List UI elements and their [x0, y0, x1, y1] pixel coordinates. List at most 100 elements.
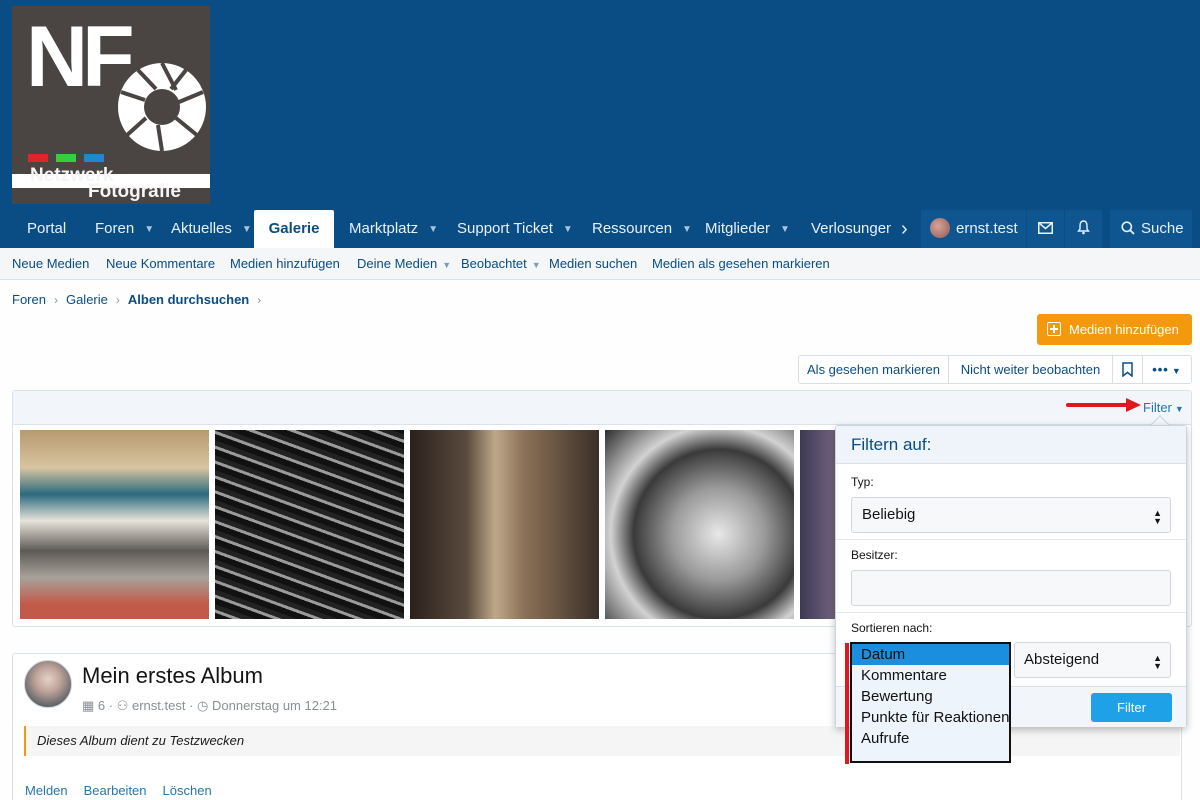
subnav-neue-medien[interactable]: Neue Medien — [12, 256, 89, 271]
chevron-right-icon: › — [257, 293, 262, 307]
alerts-button[interactable] — [1065, 210, 1102, 248]
sort-option-kommentare[interactable]: Kommentare — [852, 665, 1009, 686]
media-thumbnail[interactable] — [20, 430, 209, 619]
logo-color-bars — [28, 149, 112, 165]
nav-support-label: Support Ticket — [457, 220, 553, 237]
breadcrumb-foren[interactable]: Foren — [12, 292, 46, 307]
mark-seen-button[interactable]: Als gesehen markieren — [799, 356, 949, 383]
site-logo[interactable]: NF Netzwerk Fotografie — [12, 6, 210, 204]
chevron-down-icon[interactable]: ▼ — [780, 211, 790, 249]
owner-input[interactable] — [851, 570, 1171, 606]
delete-link[interactable]: Löschen — [163, 783, 212, 798]
user-name: ernst.test — [956, 220, 1018, 237]
album-owner[interactable]: ernst.test — [132, 698, 185, 713]
nav-portal[interactable]: Portal — [27, 210, 66, 248]
sort-option-bewertung[interactable]: Bewertung — [852, 686, 1009, 707]
nav-verlosungen-label: Verlosungen — [811, 220, 891, 237]
type-label: Typ: — [851, 475, 874, 489]
nav-marktplatz[interactable]: Marktplatz ▼ — [349, 210, 438, 248]
nav-aktuelles[interactable]: Aktuelles ▼ — [171, 210, 252, 248]
chevron-right-icon: › — [53, 293, 58, 307]
avatar[interactable] — [24, 660, 72, 708]
media-thumbnail[interactable] — [605, 430, 794, 619]
logo-nf: NF — [26, 9, 135, 105]
chevron-down-icon[interactable]: ▼ — [563, 211, 573, 249]
filter-popup-title: Filtern auf: — [836, 426, 1186, 464]
report-link[interactable]: Melden — [25, 783, 68, 798]
search-label: Suche — [1141, 220, 1184, 237]
sort-option-datum[interactable]: Datum — [852, 644, 1009, 665]
subnav-medien-suchen[interactable]: Medien suchen — [549, 256, 637, 271]
nav-verlosungen[interactable]: Verlosungen — [811, 210, 891, 248]
nav-galerie-label: Galerie — [268, 220, 320, 237]
edit-link[interactable]: Bearbeiten — [84, 783, 147, 798]
album-meta: ▦ 6 · ⚇ ernst.test · ◷ Donnerstag um 12:… — [82, 698, 338, 713]
album-date: Donnerstag um 12:21 — [212, 698, 338, 713]
nav-foren[interactable]: Foren ▼ — [95, 210, 154, 248]
subnav-beobachtet[interactable]: Beobachtet ▼ — [461, 256, 541, 271]
sort-option-aufrufe[interactable]: Aufrufe — [852, 728, 1009, 749]
plus-square-icon — [1047, 322, 1061, 336]
breadcrumb-alben[interactable]: Alben durchsuchen — [128, 292, 249, 307]
bookmark-icon — [1122, 362, 1133, 378]
album-links: Melden Bearbeiten Löschen — [25, 783, 228, 798]
grid-icon: ▦ — [82, 698, 95, 713]
type-select[interactable]: Beliebig ▲ ▼ — [851, 497, 1171, 533]
user-icon: ⚇ — [116, 698, 129, 713]
ellipsis-icon: ••• — [1152, 362, 1169, 377]
nav-portal-label: Portal — [27, 220, 67, 237]
search-button[interactable]: Suche — [1110, 210, 1192, 248]
nav-mitglieder-label: Mitglieder — [705, 220, 771, 237]
select-arrows-icon: ▲ ▼ — [1153, 653, 1162, 671]
filter-submit-button[interactable]: Filter — [1091, 693, 1172, 722]
type-select-value: Beliebig — [862, 506, 916, 523]
chevron-down-icon: ▼ — [1171, 366, 1182, 376]
sort-dropdown-list[interactable]: Datum Kommentare Bewertung Punkte für Re… — [850, 642, 1011, 763]
sort-option-punkte[interactable]: Punkte für Reaktionen — [852, 707, 1009, 728]
gallery-filter-bar: Filter ▼ — [13, 391, 1191, 425]
media-thumbnail[interactable] — [410, 430, 599, 619]
logo-bar-blue — [84, 154, 104, 162]
chevron-down-icon[interactable]: ▼ — [144, 211, 154, 249]
chevron-down-icon[interactable]: ▼ — [428, 211, 438, 249]
inbox-button[interactable] — [1027, 210, 1064, 248]
sort-label: Sortieren nach: — [851, 621, 933, 635]
nav-galerie[interactable]: Galerie — [254, 210, 334, 248]
nav-mitglieder[interactable]: Mitglieder ▼ — [705, 210, 790, 248]
sub-nav: Neue Medien Neue Kommentare Medien hinzu… — [0, 248, 1200, 280]
add-media-label: Medien hinzufügen — [1069, 322, 1179, 337]
filter-toggle-label: Filter — [1143, 400, 1172, 415]
more-options-button[interactable]: ••• ▼ — [1143, 356, 1191, 383]
select-arrows-icon: ▲ ▼ — [1153, 508, 1162, 526]
nav-foren-label: Foren — [95, 220, 135, 237]
add-media-button[interactable]: Medien hinzufügen — [1037, 314, 1192, 345]
order-select[interactable]: Absteigend ▲ ▼ — [1014, 642, 1171, 678]
nav-marktplatz-label: Marktplatz — [349, 220, 419, 237]
subnav-neue-kommentare[interactable]: Neue Kommentare — [106, 256, 215, 271]
subnav-als-gesehen[interactable]: Medien als gesehen markieren — [652, 256, 830, 271]
media-thumbnail[interactable] — [215, 430, 404, 619]
site-header: NF Netzwerk Fotografie — [0, 0, 1200, 210]
clock-icon: ◷ — [197, 698, 209, 713]
nav-support-ticket[interactable]: Support Ticket ▼ — [457, 210, 573, 248]
filter-toggle[interactable]: Filter ▼ — [1143, 400, 1184, 415]
nav-scroll-right-icon[interactable]: › — [901, 210, 908, 248]
chevron-right-icon: › — [115, 293, 120, 307]
album-title[interactable]: Mein erstes Album — [82, 663, 263, 689]
user-menu[interactable]: ernst.test — [921, 210, 1026, 248]
subnav-deine-medien[interactable]: Deine Medien ▼ — [357, 256, 451, 271]
chevron-down-icon[interactable]: ▼ — [442, 260, 451, 270]
logo-bar-red — [28, 154, 48, 162]
logo-line2: Fotografie — [88, 181, 181, 202]
breadcrumb-galerie[interactable]: Galerie — [66, 292, 108, 307]
subnav-medien-hinzufuegen[interactable]: Medien hinzufügen — [230, 256, 340, 271]
search-icon — [1121, 221, 1135, 235]
nav-ressourcen[interactable]: Ressourcen ▼ — [592, 210, 692, 248]
annotation-mark — [845, 643, 849, 764]
bookmark-button[interactable] — [1113, 356, 1143, 383]
avatar — [930, 218, 950, 238]
unwatch-button[interactable]: Nicht weiter beobachten — [949, 356, 1113, 383]
chevron-down-icon[interactable]: ▼ — [242, 211, 252, 249]
chevron-down-icon[interactable]: ▼ — [682, 211, 692, 249]
chevron-down-icon[interactable]: ▼ — [532, 260, 541, 270]
